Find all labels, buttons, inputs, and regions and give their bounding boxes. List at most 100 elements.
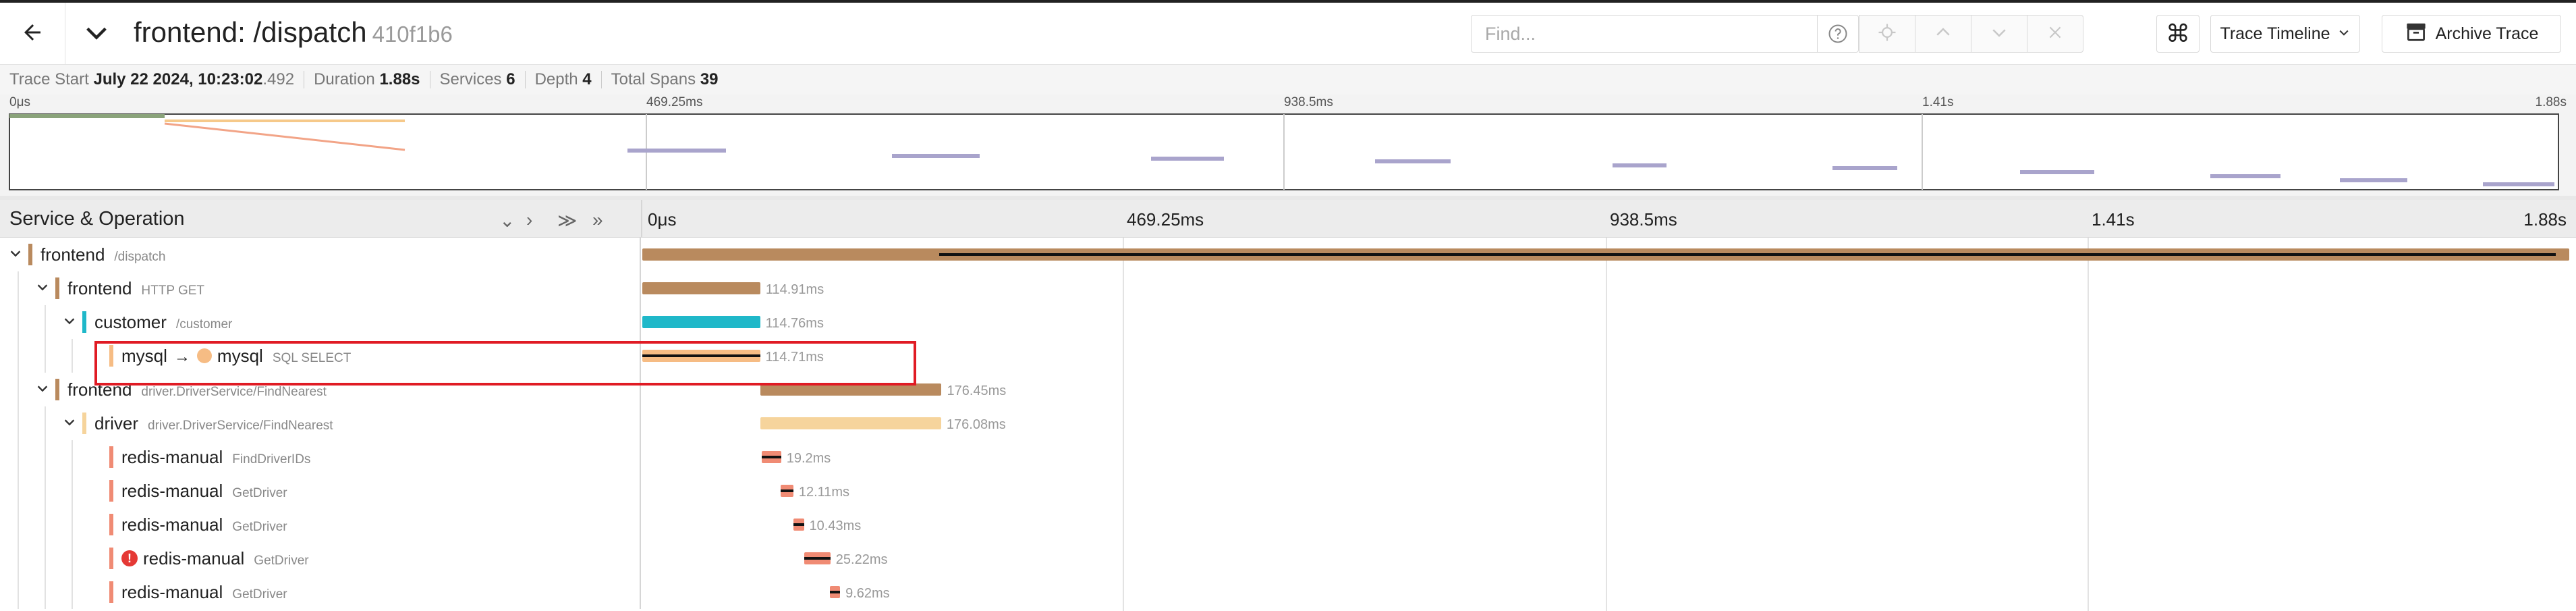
divider: [524, 71, 526, 88]
span-duration: 25.22ms: [835, 552, 888, 567]
span-label[interactable]: frontend/dispatch: [40, 244, 165, 265]
span-label[interactable]: mysql → mysql SQL SELECT: [121, 346, 351, 367]
span-bar[interactable]: [830, 586, 841, 598]
service-name: redis-manual: [121, 582, 223, 602]
indent-guide: [18, 541, 19, 575]
span-label[interactable]: redis-manual GetDriver: [121, 582, 287, 603]
next-match-button[interactable]: [1971, 15, 2027, 53]
span-name-cell[interactable]: frontend/dispatch: [0, 238, 641, 271]
span-name-cell[interactable]: ! redis-manual GetDriver: [0, 541, 641, 575]
archive-trace-button[interactable]: Archive Trace: [2382, 15, 2561, 53]
back-button[interactable]: [0, 3, 65, 65]
timeline-tick: 0μs: [648, 209, 677, 230]
span-name-cell[interactable]: driver driver.DriverService/FindNearest: [0, 406, 641, 440]
span-row[interactable]: redis-manual FindDriverIDs 19.2ms: [0, 440, 2576, 474]
close-icon: [2046, 24, 2064, 45]
clear-search-button[interactable]: [2027, 15, 2083, 53]
span-name-cell[interactable]: frontend HTTP GET: [0, 271, 641, 305]
span-row[interactable]: ! redis-manual GetDriver 25.22ms: [0, 541, 2576, 575]
indent-guide: [72, 440, 73, 474]
span-bar[interactable]: [781, 485, 793, 497]
span-row[interactable]: frontend HTTP GET 114.91ms: [0, 271, 2576, 305]
span-label[interactable]: customer/customer: [94, 312, 232, 333]
span-row[interactable]: redis-manual GetDriver 9.62ms: [0, 575, 2576, 609]
span-duration: 176.08ms: [946, 417, 1006, 432]
span-label[interactable]: frontend driver.DriverService/FindNearest: [67, 379, 327, 400]
expand-toggle[interactable]: [8, 244, 23, 265]
span-bar[interactable]: [793, 519, 804, 531]
find-input[interactable]: [1472, 15, 1817, 53]
chevron-down-icon: [10, 250, 21, 257]
span-duration: 12.11ms: [798, 485, 850, 500]
span-label[interactable]: redis-manual GetDriver: [121, 481, 287, 502]
span-row[interactable]: frontend/dispatch: [0, 238, 2576, 271]
span-label[interactable]: driver driver.DriverService/FindNearest: [94, 413, 333, 434]
operation-name: /customer: [175, 317, 233, 331]
expand-toggle[interactable]: [62, 312, 77, 333]
span-row[interactable]: redis-manual GetDriver 12.11ms: [0, 474, 2576, 508]
operation-name: HTTP GET: [141, 284, 205, 298]
expand-all-button[interactable]: »: [592, 209, 603, 231]
span-bar[interactable]: [642, 282, 760, 294]
collapse-all-button[interactable]: ≫: [557, 209, 577, 232]
trace-page-header: frontend: /dispatch410f1b6 ⌘ Trace Timel…: [0, 0, 2576, 65]
span-row[interactable]: frontend driver.DriverService/FindNearest…: [0, 373, 2576, 406]
span-name-cell[interactable]: redis-manual GetDriver: [0, 508, 641, 541]
span-bar[interactable]: [642, 248, 2569, 261]
span-bar[interactable]: [761, 451, 781, 463]
expand-one-button[interactable]: ›: [526, 209, 532, 231]
collapse-one-button[interactable]: ⌄: [499, 209, 515, 232]
indent-guide: [45, 474, 46, 508]
service-name: mysql: [121, 346, 167, 366]
span-bar[interactable]: [804, 552, 831, 564]
trace-minimap[interactable]: 0μs 469.25ms 938.5ms 1.41s 1.88s: [0, 95, 2576, 196]
span-bar[interactable]: [642, 350, 760, 362]
span-row[interactable]: customer/customer 114.76ms: [0, 305, 2576, 339]
expand-toggle[interactable]: [62, 413, 77, 434]
operation-name: GetDriver: [254, 554, 309, 568]
child-activity-line: [793, 523, 804, 526]
span-label[interactable]: redis-manual FindDriverIDs: [121, 447, 310, 468]
indent-guide: [45, 541, 46, 575]
locate-button[interactable]: [1859, 15, 1915, 53]
column-resizer[interactable]: [641, 200, 642, 238]
minimap-canvas: [9, 113, 2559, 190]
collapse-header-button[interactable]: [80, 18, 113, 51]
span-bar[interactable]: [642, 316, 760, 328]
span-label[interactable]: redis-manual GetDriver: [121, 514, 287, 535]
child-activity-line: [781, 489, 793, 492]
service-color-bar: [109, 514, 113, 535]
trace-summary-bar: Trace Start July 22 2024, 10:23:02.492 D…: [0, 65, 2576, 95]
span-name-cell[interactable]: mysql → mysql SQL SELECT: [0, 339, 641, 373]
help-icon[interactable]: [1817, 16, 1858, 52]
service-color-bar: [109, 345, 113, 367]
span-row[interactable]: redis-manual GetDriver 10.43ms: [0, 508, 2576, 541]
span-row[interactable]: driver driver.DriverService/FindNearest 17…: [0, 406, 2576, 440]
service-color-bar: [82, 311, 86, 333]
span-name-cell[interactable]: redis-manual FindDriverIDs: [0, 440, 641, 474]
indent-guide: [45, 406, 46, 440]
service-name: frontend: [40, 244, 105, 265]
span-label[interactable]: ! redis-manual GetDriver: [121, 548, 309, 569]
operation-name: GetDriver: [232, 587, 287, 602]
service-color-bar: [109, 581, 113, 603]
expand-toggle[interactable]: [35, 278, 50, 299]
span-bar[interactable]: [760, 417, 941, 429]
chevron-down-icon: [37, 284, 48, 291]
operation-name: /dispatch: [114, 250, 166, 264]
span-name-cell[interactable]: customer/customer: [0, 305, 641, 339]
view-mode-dropdown[interactable]: Trace Timeline: [2210, 15, 2360, 53]
span-label[interactable]: frontend HTTP GET: [67, 278, 204, 299]
trace-start-label: Trace Start: [9, 70, 89, 88]
indent-guide: [45, 508, 46, 541]
prev-match-button[interactable]: [1915, 15, 1971, 53]
span-row[interactable]: mysql → mysql SQL SELECT 114.71ms: [0, 339, 2576, 373]
span-name-cell[interactable]: frontend driver.DriverService/FindNearest: [0, 373, 641, 406]
span-bar[interactable]: [760, 383, 942, 396]
service-color-bar: [55, 277, 59, 299]
span-name-cell[interactable]: redis-manual GetDriver: [0, 474, 641, 508]
expand-toggle[interactable]: [35, 379, 50, 400]
find-box: [1471, 15, 1859, 53]
keyboard-shortcuts-button[interactable]: ⌘: [2156, 15, 2200, 53]
span-name-cell[interactable]: redis-manual GetDriver: [0, 575, 641, 609]
